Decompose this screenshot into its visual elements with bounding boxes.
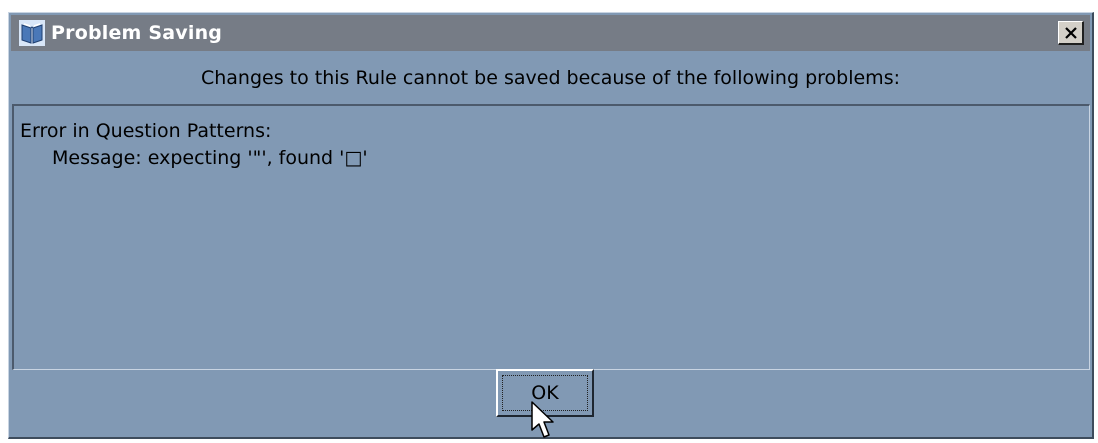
app-book-icon <box>19 20 45 46</box>
mouse-pointer-icon <box>531 401 554 438</box>
dialog-message: Changes to this Rule cannot be saved bec… <box>200 67 900 89</box>
problems-text-area[interactable]: Error in Question Patterns: Message: exp… <box>12 104 1090 370</box>
close-icon <box>1064 26 1077 39</box>
background-window-strip <box>0 0 1098 12</box>
close-button[interactable] <box>1058 21 1084 45</box>
problem-message: Message: expecting '"', found '□' <box>52 147 368 169</box>
title-bar[interactable]: Problem Saving <box>11 15 1090 51</box>
dialog-title: Problem Saving <box>51 22 223 44</box>
problem-heading: Error in Question Patterns: <box>20 120 272 142</box>
background-window-text <box>230 0 530 4</box>
